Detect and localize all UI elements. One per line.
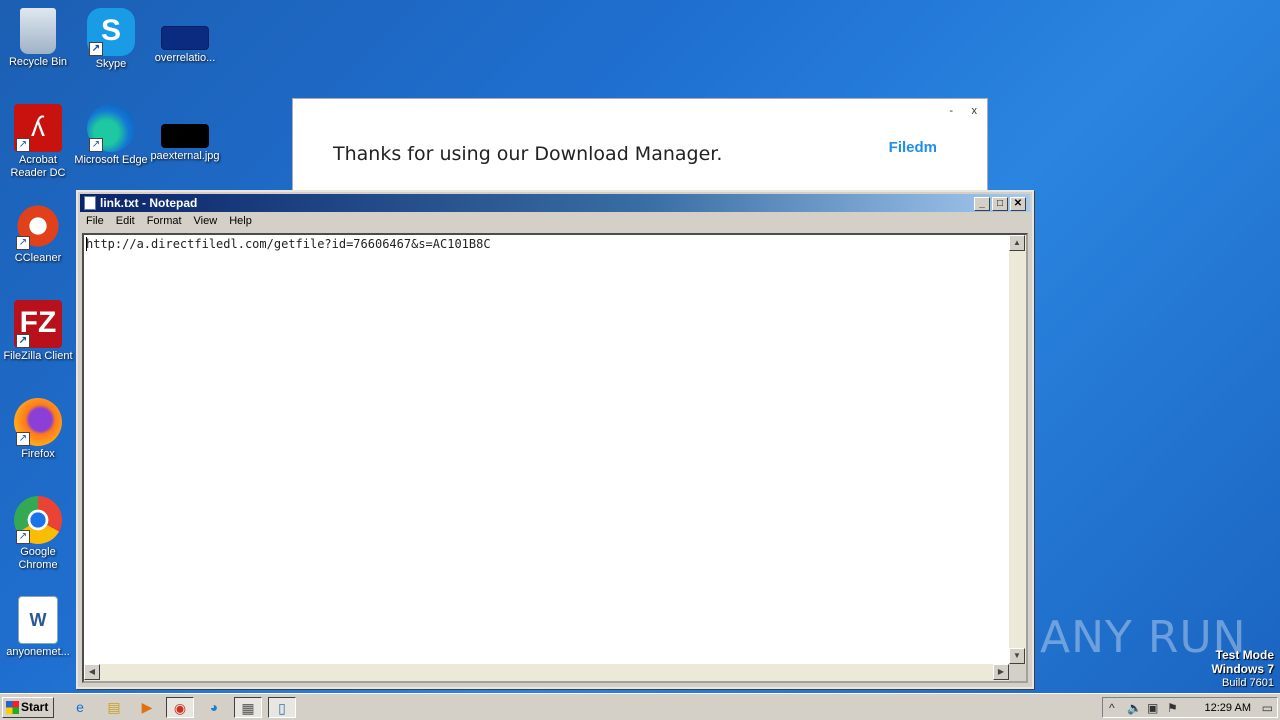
download-manager-popup: - x Thanks for using our Download Manage… — [292, 98, 988, 193]
os-label: Windows 7 — [1211, 662, 1274, 676]
horizontal-scrollbar[interactable]: ◀ ▶ — [84, 664, 1009, 681]
shortcut-arrow-icon: ↗ — [16, 334, 30, 348]
clock[interactable]: 12:29 AM — [1205, 702, 1251, 714]
taskbar-ie-icon[interactable]: e — [66, 697, 94, 718]
recycle-bin-icon — [20, 8, 56, 54]
desktop-icon-label: Google Chrome — [18, 546, 58, 571]
taskbar: Start e ▤ ▶ ◉ ◕ ▦ ▯ ^ 🔈 ▣ ⚑ 12:29 AM ▭ — [0, 693, 1280, 720]
desktop-icon-label: Recycle Bin — [8, 56, 68, 68]
shortcut-arrow-icon: ↗ — [16, 138, 30, 152]
taskbar-media-player-icon[interactable]: ▶ — [133, 697, 161, 718]
window-titlebar[interactable]: link.txt - Notepad _ □ ✕ — [80, 194, 1030, 212]
volume-icon[interactable]: 🔈 — [1127, 701, 1142, 715]
menu-help[interactable]: Help — [223, 213, 258, 231]
acrobat-icon: ʎ ↗ — [14, 104, 62, 152]
shortcut-arrow-icon: ↗ — [16, 236, 30, 250]
tray-expand-icon[interactable]: ^ — [1109, 701, 1115, 715]
maximize-button[interactable]: □ — [992, 197, 1008, 211]
text-editor[interactable]: http://a.directfiledl.com/getfile?id=766… — [82, 233, 1028, 683]
taskbar-notepad-icon[interactable]: ▯ — [268, 697, 296, 718]
scroll-up-button[interactable]: ▲ — [1009, 235, 1025, 251]
vertical-scrollbar[interactable]: ▲ ▼ — [1009, 235, 1026, 664]
taskbar-app-icon[interactable]: ▦ — [234, 697, 262, 718]
show-desktop-icon[interactable]: ▭ — [1262, 701, 1273, 715]
filezilla-icon: FZ ↗ — [14, 300, 62, 348]
window-title: link.txt - Notepad — [100, 196, 198, 210]
desktop-icon-label: Firefox — [21, 448, 55, 460]
shortcut-arrow-icon: ↗ — [16, 432, 30, 446]
desktop-icon-label: Acrobat Reader DC — [10, 154, 66, 179]
desktop-icon-edge[interactable]: ↗ Microsoft Edge — [73, 104, 149, 167]
file-thumbnail-icon — [161, 26, 209, 50]
taskbar-explorer-icon[interactable]: ▤ — [100, 697, 128, 718]
image-thumbnail-icon — [161, 124, 209, 148]
test-mode-notice: Test Mode Windows 7 Build 7601 — [1211, 648, 1274, 690]
shortcut-arrow-icon: ↗ — [16, 530, 30, 544]
taskbar-edge-icon[interactable]: ◕ — [200, 697, 228, 718]
close-button[interactable]: ✕ — [1010, 197, 1026, 211]
desktop-icon-skype[interactable]: S ↗ Skype — [73, 8, 149, 71]
system-tray: ^ 🔈 ▣ ⚑ 12:29 AM ▭ — [1102, 697, 1278, 718]
popup-close-button[interactable]: x — [972, 105, 978, 117]
desktop-icon-paexternal[interactable]: paexternal.jpg — [147, 104, 223, 163]
start-button[interactable]: Start — [2, 697, 54, 718]
start-label: Start — [21, 700, 49, 714]
desktop-icon-overrelatio[interactable]: overrelatio... — [147, 8, 223, 65]
desktop-icon-ccleaner[interactable]: ↗ CCleaner — [0, 202, 76, 265]
build-label: Build 7601 — [1222, 677, 1274, 689]
chrome-icon: ↗ — [14, 496, 62, 544]
desktop-icon-anyonemet[interactable]: W anyonemet... — [0, 596, 76, 659]
menu-bar: File Edit Format View Help — [80, 213, 1030, 231]
notepad-icon — [84, 196, 96, 210]
desktop-icon-acrobat[interactable]: ʎ ↗ Acrobat Reader DC — [0, 104, 76, 180]
desktop-icon-label: paexternal.jpg — [150, 150, 220, 162]
editor-text[interactable]: http://a.directfiledl.com/getfile?id=766… — [86, 237, 491, 251]
test-mode-label: Test Mode — [1215, 648, 1274, 662]
ccleaner-icon: ↗ — [14, 202, 62, 250]
skype-icon: S ↗ — [87, 8, 135, 56]
menu-format[interactable]: Format — [141, 213, 188, 231]
network-icon[interactable]: ▣ — [1147, 701, 1158, 715]
action-center-flag-icon[interactable]: ⚑ — [1167, 701, 1178, 715]
menu-view[interactable]: View — [188, 213, 224, 231]
popup-message: Thanks for using our Download Manager. — [333, 143, 723, 165]
desktop-icon-label: overrelatio... — [154, 52, 216, 64]
scroll-right-button[interactable]: ▶ — [993, 664, 1009, 680]
desktop-icon-recycle-bin[interactable]: Recycle Bin — [0, 8, 76, 69]
scroll-down-button[interactable]: ▼ — [1009, 648, 1025, 664]
minimize-button[interactable]: _ — [974, 197, 990, 211]
popup-brand-logo[interactable]: Filedm — [889, 139, 937, 156]
resize-grip[interactable] — [1009, 664, 1026, 681]
shortcut-arrow-icon: ↗ — [89, 42, 103, 56]
word-document-icon: W — [18, 596, 58, 644]
desktop-icon-firefox[interactable]: ↗ Firefox — [0, 398, 76, 461]
menu-file[interactable]: File — [80, 213, 110, 231]
desktop-icon-label: anyonemet... — [6, 646, 70, 658]
windows-logo-icon — [6, 701, 19, 714]
desktop-icon-label: Skype — [95, 58, 127, 70]
taskbar-chrome-icon[interactable]: ◉ — [166, 697, 194, 718]
notepad-window: link.txt - Notepad _ □ ✕ File Edit Forma… — [76, 190, 1034, 689]
desktop-icon-label: CCleaner — [14, 252, 62, 264]
menu-edit[interactable]: Edit — [110, 213, 141, 231]
scroll-left-button[interactable]: ◀ — [84, 664, 100, 680]
firefox-icon: ↗ — [14, 398, 62, 446]
edge-icon: ↗ — [87, 104, 135, 152]
popup-minimize-button[interactable]: - — [949, 105, 953, 117]
desktop-icon-label: FileZilla Client — [3, 350, 73, 362]
shortcut-arrow-icon: ↗ — [89, 138, 103, 152]
desktop-icon-label: Microsoft Edge — [74, 154, 148, 166]
desktop-icon-chrome[interactable]: ↗ Google Chrome — [0, 496, 76, 572]
desktop-icon-filezilla[interactable]: FZ ↗ FileZilla Client — [0, 300, 76, 363]
